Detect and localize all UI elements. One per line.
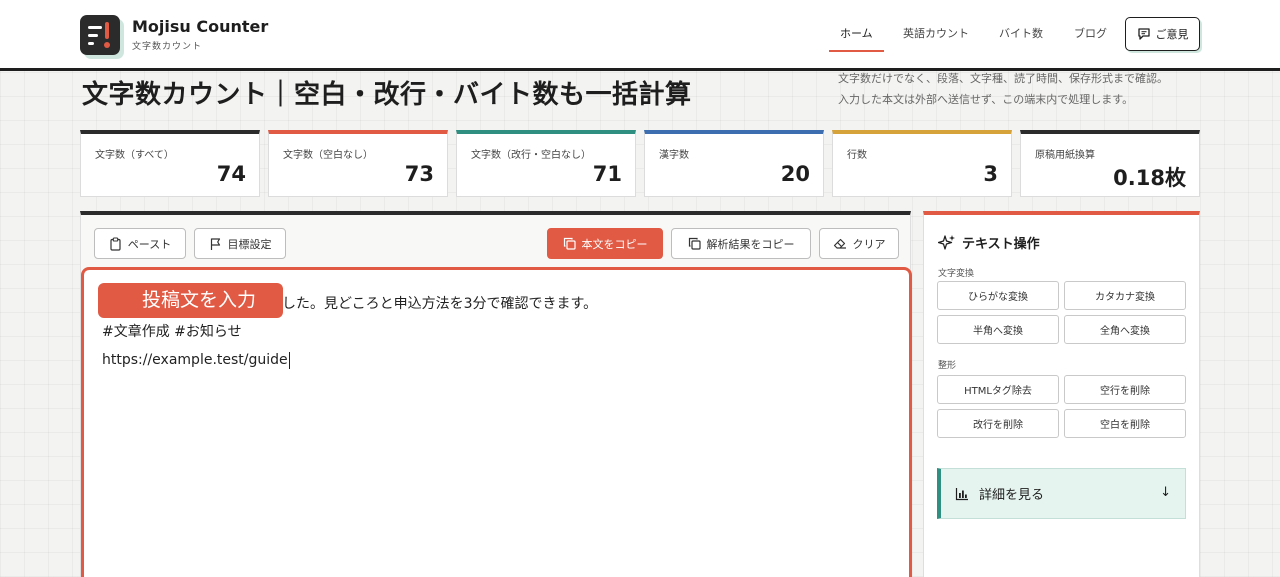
remove-spaces-button[interactable]: 空白を削除: [1064, 409, 1186, 438]
comment-icon: [1137, 28, 1150, 40]
site-header: Mojisu Counter 文字数カウント ホーム 英語カウント バイト数 ブ…: [0, 0, 1280, 71]
hiragana-convert-button[interactable]: ひらがな変換: [937, 281, 1059, 310]
clear-button[interactable]: クリア: [819, 228, 899, 259]
remove-line-breaks-button[interactable]: 改行を削除: [937, 409, 1059, 438]
nav-active-indicator: [829, 50, 884, 52]
copy-text-button[interactable]: 本文をコピー: [547, 228, 663, 259]
nav-item-byte-count[interactable]: バイト数: [999, 25, 1043, 41]
page-title: 文字数カウント｜空白・改行・バイト数も一括計算: [82, 80, 692, 110]
copy-results-label: 解析結果をコピー: [706, 237, 795, 251]
clipboard-icon: [110, 236, 121, 251]
nav-item-english-count[interactable]: 英語カウント: [903, 25, 969, 41]
copy-icon: [688, 237, 701, 250]
paste-label: ペースト: [127, 237, 172, 251]
brand-subtitle: 文字数カウント: [132, 42, 203, 52]
bar-chart-icon: [955, 487, 968, 500]
stat-value: 0.18枚: [1113, 166, 1186, 190]
page-description-line-1: 文字数だけでなく、段落、文字種、読了時間、保存形式まで確認。: [838, 72, 1168, 85]
stat-label: 文字数（空白なし）: [283, 150, 373, 161]
text-line-3: https://example.test/guide: [102, 352, 288, 368]
strip-html-button[interactable]: HTMLタグ除去: [937, 375, 1059, 404]
flag-icon: [210, 237, 220, 250]
goal-setting-button[interactable]: 目標設定: [194, 228, 286, 259]
feedback-button[interactable]: ご意見: [1125, 17, 1200, 51]
stat-value: 71: [592, 162, 622, 186]
nav-item-home[interactable]: ホーム: [840, 25, 873, 41]
clear-label: クリア: [852, 237, 886, 251]
page-description-line-2: 入力した本文は外部へ送信せず、この端末内で処理します。: [838, 93, 1134, 106]
copy-results-button[interactable]: 解析結果をコピー: [671, 228, 811, 259]
paste-button[interactable]: ペースト: [94, 228, 186, 259]
stat-card-all-chars: 文字数（すべて） 74: [80, 130, 260, 197]
text-line-2: #文章作成 #お知らせ: [102, 324, 242, 340]
stat-label: 原稿用紙換算: [1035, 150, 1095, 161]
details-toggle[interactable]: 詳細を見る ↓: [937, 468, 1186, 519]
input-placeholder-tag: 投稿文を入力: [98, 283, 283, 318]
details-label: 詳細を見る: [979, 488, 1045, 503]
katakana-convert-button[interactable]: カタカナ変換: [1064, 281, 1186, 310]
remove-empty-lines-button[interactable]: 空行を削除: [1064, 375, 1186, 404]
eraser-icon: [833, 238, 846, 249]
halfwidth-convert-button[interactable]: 半角へ変換: [937, 315, 1059, 344]
stat-label: 文字数（改行・空白なし）: [471, 150, 591, 161]
text-input-area[interactable]: 投稿文を入力 した。見どころと申込方法を3分で確認できます。 #文章作成 #お知…: [81, 267, 912, 577]
stat-label: 行数: [847, 150, 867, 161]
copy-text-label: 本文をコピー: [581, 237, 648, 251]
stat-card-no-spaces: 文字数（空白なし） 73: [268, 130, 448, 197]
sparkle-icon: [938, 234, 955, 250]
section-label-format: 整形: [938, 361, 957, 371]
text-operations-panel: テキスト操作 文字変換 ひらがな変換 カタカナ変換 半角へ変換 全角へ変換 整形…: [923, 211, 1200, 577]
nav-item-blog[interactable]: ブログ: [1074, 25, 1107, 41]
text-line-3-wrap: https://example.test/guide: [102, 346, 891, 374]
stat-card-kanji: 漢字数 20: [644, 130, 824, 197]
side-panel-title-text: テキスト操作: [962, 237, 1040, 252]
stat-value: 3: [983, 162, 998, 186]
arrow-down-icon: ↓: [1160, 485, 1171, 500]
stat-value: 74: [216, 162, 246, 186]
logo-icon[interactable]: [80, 15, 120, 55]
stat-card-manuscript-pages: 原稿用紙換算 0.18枚: [1020, 130, 1200, 197]
stat-value: 20: [780, 162, 810, 186]
stat-card-lines: 行数 3: [832, 130, 1012, 197]
stat-label: 漢字数: [659, 150, 689, 161]
stat-label: 文字数（すべて）: [95, 150, 174, 161]
editor-panel: ペースト 目標設定 本文をコピー 解析結果をコピー クリア 投稿文を入力 した。…: [80, 211, 912, 577]
brand-name[interactable]: Mojisu Counter: [132, 17, 268, 36]
stat-card-no-breaks-spaces: 文字数（改行・空白なし） 71: [456, 130, 636, 197]
fullwidth-convert-button[interactable]: 全角へ変換: [1064, 315, 1186, 344]
stat-value: 73: [404, 162, 434, 186]
section-label-convert: 文字変換: [938, 269, 975, 279]
feedback-label: ご意見: [1155, 28, 1189, 41]
text-cursor: [288, 351, 290, 369]
side-panel-title: テキスト操作: [938, 233, 1040, 252]
goal-setting-label: 目標設定: [227, 237, 272, 251]
copy-icon: [563, 237, 576, 250]
